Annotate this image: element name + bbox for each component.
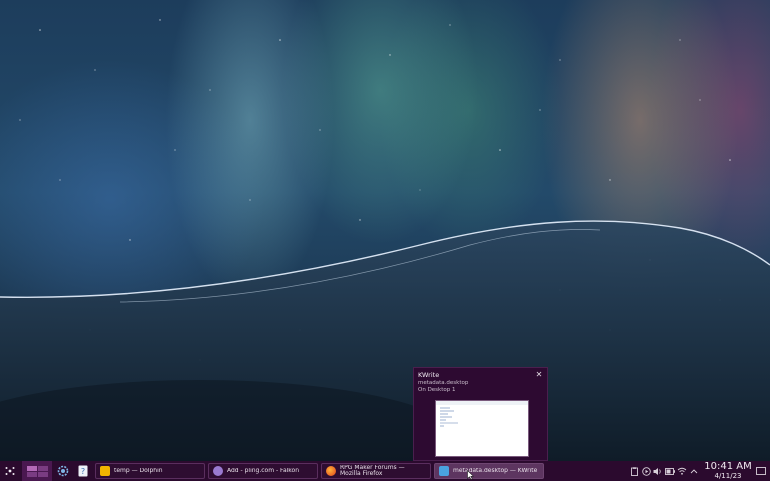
battery-icon[interactable] xyxy=(664,461,676,481)
mouse-cursor-icon xyxy=(467,470,474,480)
task-label: metadata.desktop — KWrite xyxy=(453,467,538,474)
tooltip-title: KWrite xyxy=(418,371,440,379)
help-center-icon[interactable]: ? xyxy=(74,461,92,481)
pager-desktop-2[interactable] xyxy=(37,465,48,471)
wifi-icon[interactable] xyxy=(676,461,688,481)
wallpaper-hill xyxy=(0,220,770,461)
task-label: RPG Maker Forums — Mozilla Firefox xyxy=(340,464,405,477)
tooltip-desktop: On Desktop 1 xyxy=(418,387,456,393)
window-thumbnail[interactable] xyxy=(435,400,529,457)
clipboard-icon[interactable] xyxy=(628,461,640,481)
pager-desktop-4[interactable] xyxy=(37,471,48,477)
show-desktop-icon[interactable] xyxy=(752,461,770,481)
task-falkon[interactable]: Add - pling.com - Falkon xyxy=(208,463,318,479)
tooltip-subtitle: metadata.desktop xyxy=(418,380,469,386)
task-preview-tooltip: KWrite metadata.desktop On Desktop 1 ✕ xyxy=(413,367,548,461)
pager-desktop-3[interactable] xyxy=(26,471,37,477)
window-thumbnail-image xyxy=(436,401,528,427)
taskbar-panel: ? temp — Dolphin Add - pling.com - Falko… xyxy=(0,461,770,481)
virtual-desktop-pager-icon[interactable] xyxy=(22,461,52,481)
firefox-icon xyxy=(326,466,336,476)
clock-date: 4/11/23 xyxy=(714,472,742,480)
task-firefox[interactable]: RPG Maker Forums — Mozilla Firefox xyxy=(321,463,431,479)
clock-time: 10:41 AM xyxy=(704,461,752,472)
pager-desktop-1[interactable] xyxy=(26,465,37,471)
task-label: Add - pling.com - Falkon xyxy=(227,467,300,474)
task-label: temp — Dolphin xyxy=(114,467,163,474)
dolphin-folder-icon xyxy=(100,466,110,476)
kde-app-launcher-icon[interactable] xyxy=(0,461,20,481)
falkon-browser-icon xyxy=(213,466,223,476)
system-tray: 10:41 AM 4/11/23 xyxy=(628,461,770,481)
close-icon[interactable]: ✕ xyxy=(535,371,543,379)
media-player-icon[interactable] xyxy=(640,461,652,481)
expand-tray-arrow-icon[interactable] xyxy=(688,461,700,481)
volume-icon[interactable] xyxy=(652,461,664,481)
svg-text:?: ? xyxy=(81,467,85,476)
task-kwrite[interactable]: metadata.desktop — KWrite xyxy=(434,463,544,479)
system-settings-icon[interactable] xyxy=(54,461,72,481)
task-dolphin[interactable]: temp — Dolphin xyxy=(95,463,205,479)
digital-clock[interactable]: 10:41 AM 4/11/23 xyxy=(704,461,752,481)
kwrite-icon xyxy=(439,466,449,476)
